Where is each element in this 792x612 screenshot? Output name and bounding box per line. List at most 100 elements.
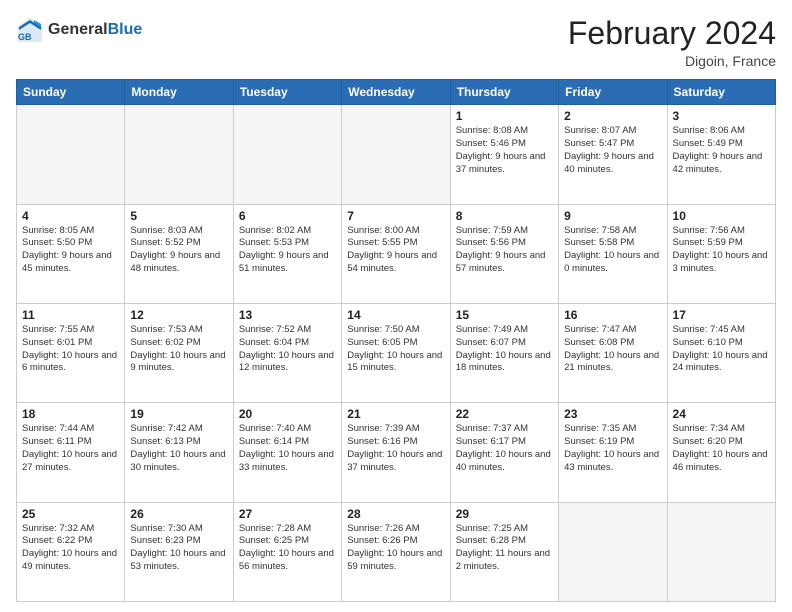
day-info: Sunrise: 8:05 AM Sunset: 5:50 PM Dayligh… <box>22 225 119 276</box>
day-info: Sunrise: 7:52 AM Sunset: 6:04 PM Dayligh… <box>239 324 336 375</box>
day-info: Sunrise: 7:28 AM Sunset: 6:25 PM Dayligh… <box>239 523 336 574</box>
calendar-week-row: 4Sunrise: 8:05 AM Sunset: 5:50 PM Daylig… <box>17 204 776 303</box>
table-row: 1 Sunrise: 8:08 AM Sunset: 5:46 PM Daylig… <box>450 105 558 204</box>
day-info: Sunrise: 7:40 AM Sunset: 6:14 PM Dayligh… <box>239 423 336 474</box>
table-row: 15 Sunrise: 7:49 AM Sunset: 6:07 PM Dayli… <box>450 303 558 402</box>
logo-blue: Blue <box>108 21 143 39</box>
day-number: 13 <box>239 308 336 322</box>
logo-icon: GB <box>16 16 44 44</box>
calendar-header-row: Sunday Monday Tuesday Wednesday Thursday… <box>17 80 776 105</box>
day-number: 27 <box>239 507 336 521</box>
day-number: 23 <box>564 407 661 421</box>
table-row: 3Sunrise: 8:06 AM Sunset: 5:49 PM Daylig… <box>667 105 775 204</box>
table-row: 17Sunrise: 7:45 AM Sunset: 6:10 PM Dayli… <box>667 303 775 402</box>
day-number: 9 <box>564 209 661 223</box>
calendar-week-row: 25 Sunrise: 7:32 AM Sunset: 6:22 PM Dayli… <box>17 502 776 601</box>
col-wednesday: Wednesday <box>342 80 450 105</box>
day-info: Sunrise: 8:08 AM Sunset: 5:46 PM Dayligh… <box>456 125 553 176</box>
day-info: Sunrise: 7:53 AM Sunset: 6:02 PM Dayligh… <box>130 324 227 375</box>
table-row: 10 Sunrise: 7:56 AM Sunset: 5:59 PM Dayli… <box>667 204 775 303</box>
day-number: 2 <box>564 109 661 123</box>
day-number: 25 <box>22 507 119 521</box>
day-info: Sunrise: 7:35 AM Sunset: 6:19 PM Dayligh… <box>564 423 661 474</box>
day-number: 8 <box>456 209 553 223</box>
table-row: 18 Sunrise: 7:44 AM Sunset: 6:11 PM Dayli… <box>17 403 125 502</box>
day-info: Sunrise: 8:02 AM Sunset: 5:53 PM Dayligh… <box>239 225 336 276</box>
day-info: Sunrise: 7:32 AM Sunset: 6:22 PM Dayligh… <box>22 523 119 574</box>
table-row <box>559 502 667 601</box>
title-block: February 2024 Digoin, France <box>568 16 776 69</box>
day-number: 1 <box>456 109 553 123</box>
table-row: 7Sunrise: 8:00 AM Sunset: 5:55 PM Daylig… <box>342 204 450 303</box>
table-row <box>17 105 125 204</box>
day-number: 20 <box>239 407 336 421</box>
table-row: 28 Sunrise: 7:26 AM Sunset: 6:26 PM Dayli… <box>342 502 450 601</box>
day-info: Sunrise: 7:49 AM Sunset: 6:07 PM Dayligh… <box>456 324 553 375</box>
table-row: 4Sunrise: 8:05 AM Sunset: 5:50 PM Daylig… <box>17 204 125 303</box>
table-row: 21Sunrise: 7:39 AM Sunset: 6:16 PM Dayli… <box>342 403 450 502</box>
table-row: 16 Sunrise: 7:47 AM Sunset: 6:08 PM Dayli… <box>559 303 667 402</box>
col-saturday: Saturday <box>667 80 775 105</box>
day-info: Sunrise: 7:37 AM Sunset: 6:17 PM Dayligh… <box>456 423 553 474</box>
day-info: Sunrise: 7:25 AM Sunset: 6:28 PM Dayligh… <box>456 523 553 574</box>
table-row: 5 Sunrise: 8:03 AM Sunset: 5:52 PM Daylig… <box>125 204 233 303</box>
logo-text: General Blue <box>48 21 142 39</box>
day-number: 24 <box>673 407 770 421</box>
day-info: Sunrise: 7:34 AM Sunset: 6:20 PM Dayligh… <box>673 423 770 474</box>
table-row: 12 Sunrise: 7:53 AM Sunset: 6:02 PM Dayli… <box>125 303 233 402</box>
table-row <box>125 105 233 204</box>
table-row: 8 Sunrise: 7:59 AM Sunset: 5:56 PM Daylig… <box>450 204 558 303</box>
day-number: 11 <box>22 308 119 322</box>
day-info: Sunrise: 8:07 AM Sunset: 5:47 PM Dayligh… <box>564 125 661 176</box>
col-thursday: Thursday <box>450 80 558 105</box>
day-number: 28 <box>347 507 444 521</box>
day-number: 16 <box>564 308 661 322</box>
table-row: 13 Sunrise: 7:52 AM Sunset: 6:04 PM Dayli… <box>233 303 341 402</box>
table-row <box>342 105 450 204</box>
table-row: 14Sunrise: 7:50 AM Sunset: 6:05 PM Dayli… <box>342 303 450 402</box>
calendar-week-row: 18 Sunrise: 7:44 AM Sunset: 6:11 PM Dayli… <box>17 403 776 502</box>
table-row: 27 Sunrise: 7:28 AM Sunset: 6:25 PM Dayli… <box>233 502 341 601</box>
table-row: 23 Sunrise: 7:35 AM Sunset: 6:19 PM Dayli… <box>559 403 667 502</box>
table-row: 2 Sunrise: 8:07 AM Sunset: 5:47 PM Daylig… <box>559 105 667 204</box>
day-info: Sunrise: 7:59 AM Sunset: 5:56 PM Dayligh… <box>456 225 553 276</box>
day-info: Sunrise: 7:44 AM Sunset: 6:11 PM Dayligh… <box>22 423 119 474</box>
day-number: 17 <box>673 308 770 322</box>
table-row: 26Sunrise: 7:30 AM Sunset: 6:23 PM Dayli… <box>125 502 233 601</box>
table-row <box>667 502 775 601</box>
day-info: Sunrise: 7:58 AM Sunset: 5:58 PM Dayligh… <box>564 225 661 276</box>
table-row: 20 Sunrise: 7:40 AM Sunset: 6:14 PM Dayli… <box>233 403 341 502</box>
day-info: Sunrise: 8:06 AM Sunset: 5:49 PM Dayligh… <box>673 125 770 176</box>
svg-text:GB: GB <box>18 32 32 42</box>
day-number: 15 <box>456 308 553 322</box>
table-row: 9 Sunrise: 7:58 AM Sunset: 5:58 PM Daylig… <box>559 204 667 303</box>
day-number: 10 <box>673 209 770 223</box>
day-number: 29 <box>456 507 553 521</box>
day-number: 5 <box>130 209 227 223</box>
day-number: 18 <box>22 407 119 421</box>
table-row: 25 Sunrise: 7:32 AM Sunset: 6:22 PM Dayli… <box>17 502 125 601</box>
table-row: 29 Sunrise: 7:25 AM Sunset: 6:28 PM Dayli… <box>450 502 558 601</box>
day-number: 21 <box>347 407 444 421</box>
logo-general: General <box>48 21 108 39</box>
calendar-title: February 2024 <box>568 16 776 51</box>
calendar-subtitle: Digoin, France <box>568 53 776 69</box>
table-row: 6 Sunrise: 8:02 AM Sunset: 5:53 PM Daylig… <box>233 204 341 303</box>
day-info: Sunrise: 7:50 AM Sunset: 6:05 PM Dayligh… <box>347 324 444 375</box>
day-info: Sunrise: 7:56 AM Sunset: 5:59 PM Dayligh… <box>673 225 770 276</box>
col-tuesday: Tuesday <box>233 80 341 105</box>
day-number: 7 <box>347 209 444 223</box>
logo: GB General Blue <box>16 16 142 44</box>
table-row: 22Sunrise: 7:37 AM Sunset: 6:17 PM Dayli… <box>450 403 558 502</box>
day-info: Sunrise: 7:26 AM Sunset: 6:26 PM Dayligh… <box>347 523 444 574</box>
day-number: 12 <box>130 308 227 322</box>
day-info: Sunrise: 7:47 AM Sunset: 6:08 PM Dayligh… <box>564 324 661 375</box>
day-info: Sunrise: 8:03 AM Sunset: 5:52 PM Dayligh… <box>130 225 227 276</box>
day-number: 6 <box>239 209 336 223</box>
col-friday: Friday <box>559 80 667 105</box>
table-row <box>233 105 341 204</box>
page: GB General Blue February 2024 Digoin, Fr… <box>0 0 792 612</box>
calendar-table: Sunday Monday Tuesday Wednesday Thursday… <box>16 79 776 602</box>
header: GB General Blue February 2024 Digoin, Fr… <box>16 16 776 69</box>
calendar-week-row: 11Sunrise: 7:55 AM Sunset: 6:01 PM Dayli… <box>17 303 776 402</box>
